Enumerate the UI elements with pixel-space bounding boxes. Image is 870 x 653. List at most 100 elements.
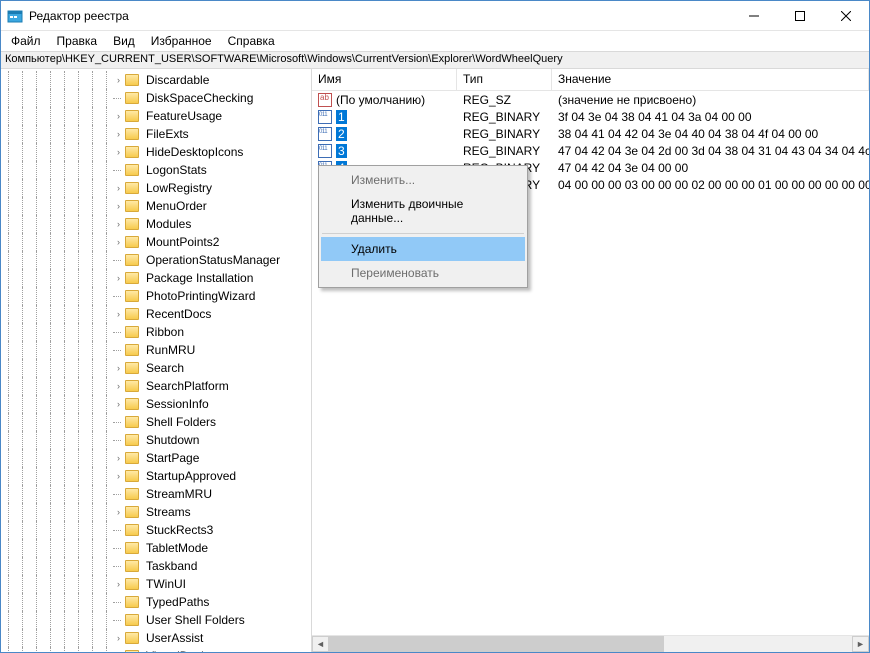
expand-icon[interactable]: › bbox=[113, 363, 124, 374]
tree-item[interactable]: ›Modules bbox=[1, 215, 311, 233]
list-row[interactable]: 2REG_BINARY38 04 41 04 42 04 3e 04 40 04… bbox=[312, 125, 869, 142]
tree-item[interactable]: TabletMode bbox=[1, 539, 311, 557]
tree-item[interactable]: › HideDesktopIcons bbox=[1, 143, 311, 161]
expand-icon[interactable]: › bbox=[113, 111, 124, 122]
tree-item[interactable]: Ribbon bbox=[1, 323, 311, 341]
menu-edit[interactable]: Правка bbox=[49, 33, 106, 49]
tree-item[interactable]: VirtualDesktops bbox=[1, 647, 311, 652]
expand-icon[interactable]: › bbox=[113, 201, 124, 212]
value-data: (значение не присвоено) bbox=[552, 93, 869, 107]
folder-icon bbox=[125, 344, 139, 356]
expand-icon[interactable]: › bbox=[113, 471, 124, 482]
tree-item[interactable]: User Shell Folders bbox=[1, 611, 311, 629]
expand-icon[interactable]: › bbox=[113, 399, 124, 410]
scroll-right-button[interactable]: ► bbox=[852, 636, 869, 652]
horizontal-scrollbar[interactable]: ◄ ► bbox=[312, 635, 869, 652]
list-header: Имя Тип Значение bbox=[312, 69, 869, 91]
tree-item[interactable]: ›UserAssist bbox=[1, 629, 311, 647]
tree-item[interactable]: TypedPaths bbox=[1, 593, 311, 611]
folder-icon bbox=[125, 434, 139, 446]
window-title: Редактор реестра bbox=[29, 9, 731, 23]
expand-icon[interactable]: › bbox=[113, 579, 124, 590]
tree-branch-icon bbox=[113, 345, 124, 356]
menu-favorites[interactable]: Избранное bbox=[143, 33, 220, 49]
tree-item[interactable]: Taskband bbox=[1, 557, 311, 575]
tree-item[interactable]: › Search bbox=[1, 359, 311, 377]
expand-icon[interactable]: › bbox=[113, 309, 124, 320]
tree-item[interactable]: Shutdown bbox=[1, 431, 311, 449]
tree-branch-icon bbox=[113, 615, 124, 626]
maximize-button[interactable] bbox=[777, 1, 823, 30]
tree-branch-icon bbox=[113, 561, 124, 572]
tree-item[interactable]: RunMRU bbox=[1, 341, 311, 359]
tree-item[interactable]: ›StartupApproved bbox=[1, 467, 311, 485]
expand-icon[interactable]: › bbox=[113, 237, 124, 248]
tree-item[interactable]: LogonStats bbox=[1, 161, 311, 179]
tree-item[interactable]: Shell Folders bbox=[1, 413, 311, 431]
expand-icon[interactable]: › bbox=[113, 507, 124, 518]
tree-item[interactable]: DiskSpaceChecking bbox=[1, 89, 311, 107]
tree-item[interactable]: ›MenuOrder bbox=[1, 197, 311, 215]
close-button[interactable] bbox=[823, 1, 869, 30]
column-name[interactable]: Имя bbox=[312, 69, 457, 90]
tree-item[interactable]: ›Package Installation bbox=[1, 269, 311, 287]
menu-file[interactable]: Файл bbox=[3, 33, 49, 49]
list-row[interactable]: 3REG_BINARY47 04 42 04 3e 04 2d 00 3d 04… bbox=[312, 142, 869, 159]
value-type: REG_SZ bbox=[457, 93, 552, 107]
tree-item[interactable]: ›StartPage bbox=[1, 449, 311, 467]
tree-item[interactable]: ›LowRegistry bbox=[1, 179, 311, 197]
expand-icon[interactable]: › bbox=[113, 219, 124, 230]
scroll-thumb[interactable] bbox=[329, 636, 664, 652]
menu-view[interactable]: Вид bbox=[105, 33, 143, 49]
tree-item[interactable]: PhotoPrintingWizard bbox=[1, 287, 311, 305]
value-data: 04 00 00 00 03 00 00 00 02 00 00 00 01 0… bbox=[552, 178, 869, 192]
menu-help[interactable]: Справка bbox=[220, 33, 283, 49]
scroll-left-button[interactable]: ◄ bbox=[312, 636, 329, 652]
tree-item[interactable]: ›FileExts bbox=[1, 125, 311, 143]
expand-icon[interactable]: › bbox=[113, 129, 124, 140]
tree-pane[interactable]: › Discardable DiskSpaceChecking›FeatureUsa… bbox=[1, 69, 312, 652]
context-menu-rename[interactable]: Переименовать bbox=[321, 261, 525, 285]
folder-icon bbox=[125, 452, 139, 464]
folder-icon bbox=[125, 326, 139, 338]
expand-icon[interactable]: › bbox=[113, 183, 124, 194]
tree-item[interactable]: ›SessionInfo bbox=[1, 395, 311, 413]
tree-item[interactable]: ›FeatureUsage bbox=[1, 107, 311, 125]
minimize-button[interactable] bbox=[731, 1, 777, 30]
tree-item[interactable]: ›TWinUI bbox=[1, 575, 311, 593]
folder-icon bbox=[125, 488, 139, 500]
folder-icon bbox=[125, 560, 139, 572]
window-controls bbox=[731, 1, 869, 30]
list-row[interactable]: (По умолчанию) REG_SZ(значение не присвое… bbox=[312, 91, 869, 108]
tree-item[interactable]: ›MountPoints2 bbox=[1, 233, 311, 251]
list-row[interactable]: 1REG_BINARY3f 04 3e 04 38 04 41 04 3a 04… bbox=[312, 108, 869, 125]
expand-icon[interactable]: › bbox=[113, 147, 124, 158]
tree-label: OperationStatusManager bbox=[143, 253, 283, 267]
expand-icon[interactable]: › bbox=[113, 75, 124, 86]
tree-label: Search bbox=[143, 361, 187, 375]
column-type[interactable]: Тип bbox=[457, 69, 552, 90]
tree-label: Discardable bbox=[143, 73, 212, 87]
context-menu-modify-binary[interactable]: Изменить двоичные данные... bbox=[321, 192, 525, 230]
context-menu-modify[interactable]: Изменить... bbox=[321, 168, 525, 192]
tree-item[interactable]: › Discardable bbox=[1, 71, 311, 89]
tree-item[interactable]: OperationStatusManager bbox=[1, 251, 311, 269]
folder-icon bbox=[125, 596, 139, 608]
expand-icon[interactable]: › bbox=[113, 633, 124, 644]
tree-item[interactable]: StreamMRU bbox=[1, 485, 311, 503]
column-data[interactable]: Значение bbox=[552, 69, 869, 90]
tree-item[interactable]: StuckRects3 bbox=[1, 521, 311, 539]
context-menu-delete[interactable]: Удалить bbox=[321, 237, 525, 261]
scroll-track[interactable] bbox=[329, 636, 852, 652]
tree-item[interactable]: ›RecentDocs bbox=[1, 305, 311, 323]
expand-icon[interactable]: › bbox=[113, 273, 124, 284]
value-type: REG_BINARY bbox=[457, 127, 552, 141]
expand-icon[interactable]: › bbox=[113, 381, 124, 392]
value-name: (По умолчанию) bbox=[336, 93, 425, 107]
folder-icon bbox=[125, 380, 139, 392]
expand-icon[interactable]: › bbox=[113, 453, 124, 464]
tree-label: HideDesktopIcons bbox=[143, 145, 246, 159]
address-bar[interactable]: Компьютер\HKEY_CURRENT_USER\SOFTWARE\Mic… bbox=[1, 51, 869, 69]
tree-item[interactable]: ›SearchPlatform bbox=[1, 377, 311, 395]
tree-item[interactable]: ›Streams bbox=[1, 503, 311, 521]
